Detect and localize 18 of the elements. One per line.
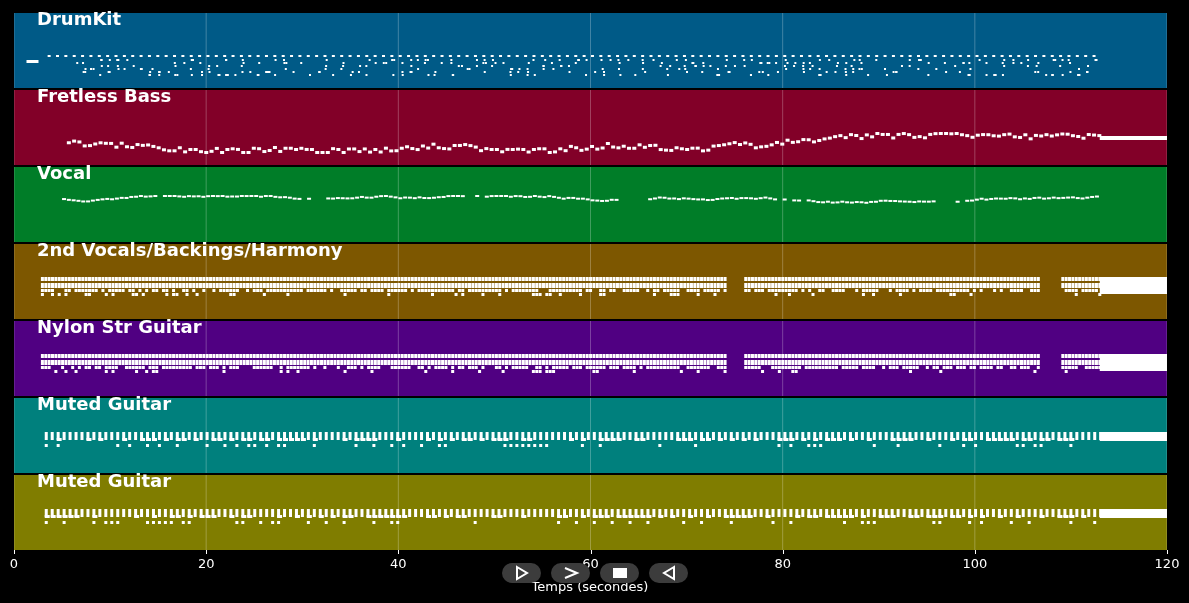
track-title: Vocal — [37, 162, 92, 184]
axis-tick-label: 120 — [1154, 557, 1180, 571]
track-title: Muted Guitar — [37, 393, 172, 415]
track-title: 2nd Vocals/Backings/Harmony — [37, 239, 343, 261]
play-button[interactable] — [502, 563, 541, 583]
stop-button[interactable] — [600, 563, 639, 583]
reverse-button[interactable] — [649, 563, 688, 583]
track-title: DrumKit — [37, 8, 122, 30]
stop-icon — [610, 565, 629, 581]
axis-tick-label: 40 — [390, 557, 407, 571]
track-title: Nylon Str Guitar — [37, 316, 202, 338]
axis-tick-label: 20 — [197, 557, 215, 571]
track-title: Muted Guitar — [37, 470, 172, 492]
axis-tick-label: 100 — [962, 557, 988, 571]
track-title: Fretless Bass — [37, 85, 172, 107]
axis-tick-label: 80 — [774, 557, 791, 571]
axis-label: Temps (secondes) — [531, 579, 649, 594]
axis-tick-label: 0 — [9, 557, 19, 571]
